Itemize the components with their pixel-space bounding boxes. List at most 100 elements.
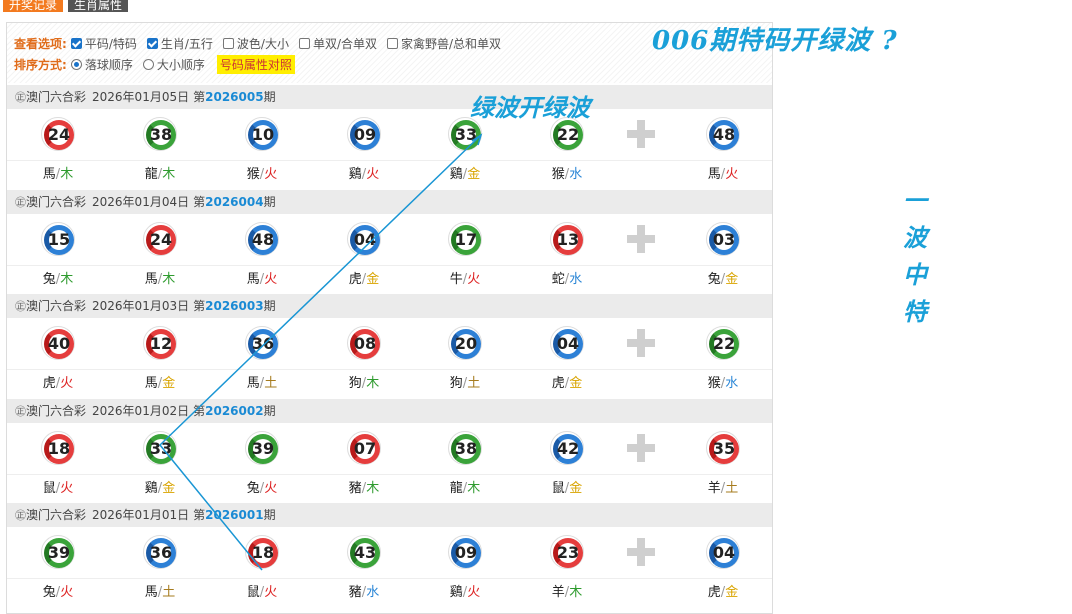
sort-option-0[interactable]: 落球顺序: [70, 56, 133, 73]
ball-number: 39: [251, 438, 275, 458]
zodiac: 猴: [246, 167, 260, 182]
ball-number: 03: [712, 229, 736, 249]
ball-number: 35: [712, 438, 736, 458]
radio-icon[interactable]: [70, 59, 82, 70]
number-ball: 10: [245, 117, 279, 151]
ball-number: 09: [454, 543, 478, 562]
zodiac: 馬: [144, 376, 158, 391]
special-number-ball: 22: [706, 326, 740, 360]
number-ball: 04: [347, 221, 381, 256]
five-element: 火: [60, 376, 74, 391]
zodiac-element: 虎/火: [28, 372, 88, 391]
number-ball: 07: [347, 430, 381, 465]
zodiac: 鼠: [42, 480, 56, 496]
zodiac: 牛: [449, 271, 463, 287]
checkbox-icon[interactable]: [146, 38, 158, 49]
sort-options-row: 排序方式: 落球顺序 大小顺序 号码属性对照: [14, 55, 295, 74]
zodiac: 馬: [707, 167, 721, 182]
five-element: 金: [569, 480, 583, 496]
tab-draw-records[interactable]: 开奖记录: [3, 0, 64, 12]
five-element: 金: [366, 271, 380, 287]
ball-number: 43: [353, 543, 377, 562]
five-element: 木: [60, 167, 74, 182]
five-element: 木: [162, 167, 176, 182]
number-ball: 38: [448, 430, 482, 465]
draw-date: 2026年01月03日: [92, 299, 190, 313]
lottery-name: 澳门六合彩: [26, 194, 87, 209]
five-element: 木: [162, 271, 176, 287]
view-option-1[interactable]: 生肖/五行: [146, 35, 213, 52]
five-element: 木: [366, 480, 380, 496]
number-ball: 39: [245, 430, 279, 465]
zodiac: 鷄: [449, 585, 463, 600]
sort-option-1[interactable]: 大小顺序: [142, 56, 205, 73]
zodiac-element: 鼠/火: [232, 581, 292, 600]
checkbox-icon[interactable]: [70, 38, 82, 49]
ball-number: 36: [149, 543, 173, 562]
number-ball: 17: [448, 221, 482, 256]
zodiac-element: 狗/木: [334, 372, 394, 391]
number-ball: 18: [245, 535, 279, 569]
view-option-4[interactable]: 家禽野兽/总和单双: [387, 35, 501, 52]
ball-number: 20: [454, 334, 478, 353]
lottery-name: 澳门六合彩: [26, 508, 87, 522]
ball-number: 18: [251, 543, 275, 562]
view-option-3[interactable]: 单双/合单双: [298, 35, 377, 52]
number-ball: 15: [41, 221, 75, 256]
ball-number: 18: [47, 438, 71, 458]
zodiac-element: 豬/木: [334, 477, 394, 496]
number-ball: 40: [41, 326, 75, 360]
ball-number: 07: [353, 438, 377, 458]
checkbox-icon[interactable]: [298, 38, 310, 49]
ball-number: 22: [712, 334, 736, 353]
five-element: 土: [264, 376, 278, 391]
zodiac: 豬: [348, 480, 362, 496]
five-element: 土: [725, 480, 739, 496]
view-option-label: 生肖/五行: [160, 37, 213, 51]
five-element: 水: [725, 376, 739, 391]
radio-icon[interactable]: [142, 59, 154, 70]
zodiac: 虎: [551, 376, 565, 391]
zodiac: 馬: [144, 271, 158, 287]
zodiac: 猴: [551, 167, 565, 182]
view-option-0[interactable]: 平码/特码: [70, 35, 137, 52]
checkbox-icon[interactable]: [387, 38, 398, 49]
ball-number: 04: [712, 543, 736, 562]
issue-number: 2026004: [205, 194, 264, 209]
zodiac: 蛇: [551, 271, 565, 287]
five-element: 火: [467, 585, 481, 600]
number-ball: 04: [550, 326, 584, 360]
number-ball: 33: [143, 430, 177, 465]
special-number-ball: 48: [706, 117, 740, 151]
issue-suffix: 期: [263, 403, 276, 418]
zodiac-element: 鷄/火: [435, 581, 495, 600]
view-option-2[interactable]: 波色/大小: [222, 35, 289, 52]
ball-number: 33: [454, 125, 478, 144]
special-number-ball: 04: [706, 535, 740, 569]
annotation-green-wave: 绿波开绿波: [470, 93, 590, 122]
five-element: 土: [467, 376, 481, 391]
zodiac-element: 鷄/金: [130, 477, 190, 496]
issue-number: 2026003: [205, 299, 264, 313]
checkbox-icon[interactable]: [222, 38, 234, 49]
ball-number: 15: [47, 229, 71, 249]
zodiac-element: 鷄/金: [435, 163, 495, 182]
number-attribute-compare-button[interactable]: 号码属性对照: [216, 55, 295, 74]
number-ball: 24: [143, 221, 177, 256]
zodiac-element: 馬/木: [130, 268, 190, 287]
five-element: 火: [264, 480, 278, 496]
number-ball: 43: [347, 535, 381, 569]
ball-number: 10: [251, 125, 275, 144]
ball-number: 04: [353, 229, 377, 249]
zodiac: 兔: [707, 271, 721, 287]
five-element: 金: [162, 376, 176, 391]
issue-suffix: 期: [263, 90, 276, 104]
plus-icon: [627, 120, 655, 148]
tab-zodiac-attributes[interactable]: 生肖属性: [68, 0, 129, 12]
number-ball: 13: [550, 221, 584, 256]
view-options-label: 查看选项:: [14, 37, 67, 51]
issue-number: 2026005: [205, 90, 264, 104]
number-ball: 48: [245, 221, 279, 256]
five-element: 木: [569, 585, 583, 600]
draw-header: ㊣澳门六合彩 2026年01月05日 第2026005期: [7, 85, 772, 109]
